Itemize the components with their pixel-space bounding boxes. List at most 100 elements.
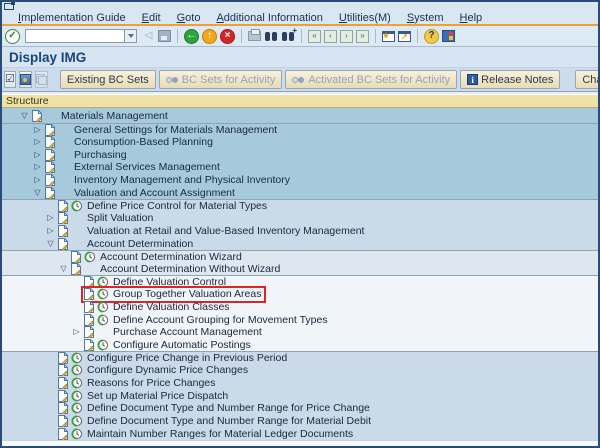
img-doc-icon[interactable] (44, 136, 58, 148)
img-activity-icon[interactable] (97, 276, 111, 288)
command-input[interactable] (25, 29, 125, 43)
tree-item-label[interactable]: Define Valuation Control (113, 276, 226, 288)
customize-layout-icon[interactable] (442, 30, 455, 42)
tree-row[interactable]: Define Price Control for Material Types (2, 199, 598, 212)
tree-row[interactable]: ▽ Account Determination (2, 237, 598, 250)
img-doc-icon[interactable] (57, 352, 71, 364)
find-icon[interactable] (264, 31, 278, 42)
expand-triangle-icon[interactable]: ▷ (31, 176, 44, 184)
img-doc-icon[interactable] (83, 314, 97, 326)
checked-box-icon[interactable]: ☑ (4, 71, 16, 88)
tree-row[interactable]: ▷External Services Management (2, 161, 598, 174)
img-doc-icon[interactable] (57, 402, 71, 414)
tree-row[interactable]: Define Document Type and Number Range fo… (2, 415, 598, 428)
tree-item-label[interactable]: Materials Management (61, 110, 168, 122)
img-activity-icon[interactable] (97, 314, 111, 326)
cancel-icon[interactable]: × (220, 29, 235, 44)
back-icon[interactable]: ← (184, 29, 199, 44)
tree-row[interactable]: Define Document Type and Number Range fo… (2, 402, 598, 415)
img-doc-icon[interactable] (44, 187, 58, 199)
collapse-triangle-icon[interactable]: ▽ (44, 240, 57, 248)
tree-item-label[interactable]: Set up Material Price Dispatch (87, 390, 228, 402)
tree-item-label[interactable]: General Settings for Materials Managemen… (74, 124, 277, 136)
tree-item-label[interactable]: Account Determination Wizard (100, 251, 242, 263)
tree-item-label[interactable]: Purchasing (74, 149, 127, 161)
window-control-icon[interactable] (4, 3, 14, 10)
tree-row[interactable]: Define Valuation Classes (2, 301, 598, 314)
img-doc-icon[interactable] (57, 390, 71, 402)
img-doc-icon[interactable] (83, 301, 97, 313)
back-triangle-icon[interactable]: ◁ (142, 29, 155, 44)
menu-item-utilities-m[interactable]: Utilities(M) (331, 12, 399, 24)
next-page-icon[interactable]: › (340, 30, 353, 43)
img-activity-icon[interactable] (71, 415, 85, 427)
img-doc-icon[interactable] (44, 174, 58, 186)
collapse-triangle-icon[interactable]: ▽ (31, 189, 44, 197)
tree-row[interactable]: ▽Materials Management (2, 108, 598, 123)
img-doc-icon[interactable] (57, 238, 71, 250)
img-doc-icon[interactable] (57, 415, 71, 427)
tree-row[interactable]: Define Account Grouping for Movement Typ… (2, 313, 598, 326)
tree-item-label[interactable]: Account Determination Without Wizard (100, 263, 280, 275)
img-doc-icon[interactable] (57, 212, 71, 224)
expand-triangle-icon[interactable]: ▷ (70, 328, 83, 336)
img-doc-icon[interactable] (83, 326, 97, 338)
tree-row[interactable]: ▷Valuation at Retail and Value-Based Inv… (2, 225, 598, 238)
tree-item-label[interactable]: Group Together Valuation Areas (113, 288, 261, 300)
tree-row[interactable]: ▷ Consumption-Based Planning (2, 136, 598, 149)
tree-item-label[interactable]: Valuation and Account Assignment (74, 187, 235, 199)
expand-triangle-icon[interactable]: ▷ (31, 138, 44, 146)
expand-triangle-icon[interactable]: ▷ (31, 126, 44, 134)
img-activity-icon[interactable] (71, 402, 85, 414)
tree-row[interactable]: ▷ General Settings for Materials Manageme… (2, 123, 598, 136)
tree-item-label[interactable]: Define Account Grouping for Movement Typ… (113, 314, 328, 326)
img-doc-icon[interactable] (57, 364, 71, 376)
expand-triangle-icon[interactable]: ▷ (44, 227, 57, 235)
exit-icon[interactable]: ↑ (202, 29, 217, 44)
new-session-icon[interactable] (382, 31, 395, 42)
tree-item-label[interactable]: Inventory Management and Physical Invent… (74, 174, 290, 186)
img-doc-icon[interactable] (57, 377, 71, 389)
img-activity-icon[interactable] (97, 288, 111, 300)
img-activity-icon[interactable] (71, 352, 85, 364)
tree-row[interactable]: ▷ Inventory Management and Physical Inven… (2, 174, 598, 187)
tree-row[interactable]: Configure Price Change in Previous Perio… (2, 351, 598, 364)
tree-item-label[interactable]: Define Price Control for Material Types (87, 200, 267, 212)
tree-row[interactable]: Configure Dynamic Price Changes (2, 364, 598, 377)
menu-item-edit[interactable]: Edit (134, 12, 169, 24)
tree-item-label[interactable]: Split Valuation (87, 212, 153, 224)
tree-item-label[interactable]: Configure Automatic Postings (113, 339, 251, 351)
img-activity-icon[interactable] (71, 428, 85, 440)
tree-row[interactable]: Reasons for Price Changes (2, 377, 598, 390)
tree-row[interactable]: ▷Split Valuation (2, 212, 598, 225)
create-shortcut-icon[interactable] (398, 31, 411, 42)
tree-item-label[interactable]: Consumption-Based Planning (74, 136, 213, 148)
menu-item-help[interactable]: Help (452, 12, 491, 24)
tree-row[interactable]: Set up Material Price Dispatch (2, 389, 598, 402)
save-icon[interactable] (158, 30, 171, 42)
tree-row[interactable]: ▷Purchasing (2, 148, 598, 161)
img-activity-icon[interactable] (71, 364, 85, 376)
tree-row[interactable]: Configure Automatic Postings (2, 339, 598, 352)
img-activity-icon[interactable] (71, 377, 85, 389)
img-doc-icon[interactable] (31, 110, 45, 122)
tree-row[interactable]: ▽ Valuation and Account Assignment (2, 186, 598, 199)
menu-item-goto[interactable]: Goto (169, 12, 209, 24)
tree-row[interactable]: Account Determination Wizard (2, 250, 598, 263)
img-doc-icon[interactable] (83, 276, 97, 288)
tree-row[interactable]: Define Valuation Control (2, 275, 598, 288)
help-icon[interactable]: ? (424, 29, 439, 44)
button-change-log[interactable]: Change Log (575, 70, 600, 89)
button-existing-bc-sets[interactable]: Existing BC Sets (60, 70, 156, 89)
menu-item-additional-information[interactable]: Additional Information (208, 12, 330, 24)
img-activity-icon[interactable] (84, 251, 98, 263)
img-doc-icon[interactable] (70, 251, 84, 263)
tree-item-label[interactable]: Define Document Type and Number Range fo… (87, 415, 371, 427)
tree-row[interactable]: ▽Account Determination Without Wizard (2, 263, 598, 276)
button-release-notes[interactable]: Release Notes (460, 70, 560, 89)
menu-item-system[interactable]: System (399, 12, 452, 24)
tree-item-label[interactable]: Define Valuation Classes (113, 301, 230, 313)
command-history-icon[interactable] (125, 29, 137, 43)
img-doc-icon[interactable] (70, 263, 84, 275)
tree-item-label[interactable]: Account Determination (87, 238, 193, 250)
